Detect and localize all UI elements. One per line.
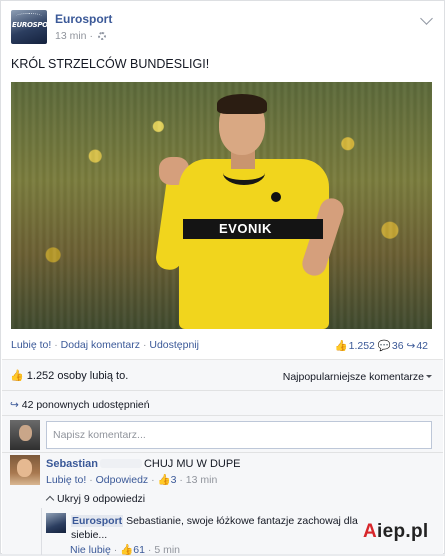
post-text: KRÓL STRZELCÓW BUNDESLIGI! — [11, 57, 210, 71]
shares-summary-text[interactable]: 42 ponownych udostępnień — [22, 399, 150, 411]
comment-text: CHUJ MU W DUPE — [143, 458, 241, 470]
share-count[interactable]: 42 — [416, 340, 428, 352]
audience-icon[interactable] — [97, 32, 106, 40]
post-meta: 13 min · — [55, 30, 106, 42]
post-header: EUROSPORT Eurosport 13 min · — [11, 10, 433, 44]
meta-separator: · — [89, 474, 93, 486]
reply-meta: Nie lubię · 👍61 · 5 min — [70, 543, 180, 556]
thumbs-up-icon: 👍 — [10, 370, 24, 382]
stars-arc — [16, 13, 42, 19]
hide-replies-label: Ukryj 9 odpowiedzi — [57, 493, 146, 505]
post-timestamp[interactable]: 13 min — [55, 30, 87, 42]
comment-like-count[interactable]: 3 — [171, 474, 177, 486]
comment-body: Sebastian CHUJ MU W DUPE — [46, 458, 241, 470]
reply-time[interactable]: 5 min — [154, 544, 180, 556]
facebook-post-card: EUROSPORT Eurosport 13 min · KRÓL STRZEL… — [0, 0, 445, 556]
reply-body: Eurosport Sebastianie, swoje łóżkowe fan… — [71, 514, 391, 542]
reply-author-avatar[interactable] — [46, 513, 66, 533]
page-name-link[interactable]: Eurosport — [55, 12, 112, 26]
comment-sort-dropdown[interactable]: Najpopularniejsze komentarze — [283, 371, 432, 383]
commenter-avatar[interactable] — [10, 455, 40, 485]
jersey-sponsor-text: EVONIK — [219, 221, 272, 236]
meta-separator: · — [89, 30, 93, 42]
action-separator: · — [54, 339, 58, 351]
divider — [2, 452, 443, 453]
logo-text: EUROSPORT — [12, 21, 47, 29]
divider — [2, 415, 443, 416]
thumbs-up-icon: 👍 — [157, 474, 171, 486]
hide-replies-toggle[interactable]: Ukryj 9 odpowiedzi — [45, 493, 146, 505]
like-link[interactable]: Lubię to! — [11, 339, 51, 351]
player-hair — [217, 94, 267, 114]
comment-author-link[interactable]: Sebastian — [46, 458, 98, 470]
comment-time[interactable]: 13 min — [186, 474, 218, 486]
add-comment-link[interactable]: Dodaj komentarz — [61, 339, 140, 351]
action-separator: · — [142, 339, 147, 351]
meta-separator: · — [151, 474, 155, 486]
meta-separator: · — [113, 544, 118, 556]
post-options-chevron-icon[interactable] — [420, 12, 433, 25]
like-count[interactable]: 1.252 — [349, 340, 375, 352]
reply-unlike-link[interactable]: Nie lubię — [70, 544, 111, 556]
thumbs-up-icon: 👍 — [334, 340, 348, 352]
comment-like-link[interactable]: Lubię to! — [46, 474, 86, 486]
player-figure: EVONIK — [154, 94, 347, 329]
player-jersey — [179, 159, 329, 329]
sort-label: Najpopularniejsze komentarze — [282, 371, 424, 383]
watermark-text: iep.pl — [377, 521, 429, 542]
share-icon: ↪ — [10, 399, 19, 411]
share-link[interactable]: Udostępnij — [149, 339, 199, 351]
share-icon: ↪ — [406, 340, 416, 352]
post-photo[interactable]: EVONIK — [11, 82, 432, 329]
divider — [2, 390, 443, 391]
comment-input[interactable]: Napisz komentarz... — [46, 421, 432, 449]
watermark-red-letter: A — [363, 521, 378, 542]
likes-summary-text[interactable]: 1.252 osoby lubią to. — [27, 370, 129, 382]
page-avatar[interactable]: EUROSPORT — [11, 10, 47, 44]
caret-down-icon — [426, 375, 432, 378]
thumbs-up-icon: 👍 — [120, 544, 134, 556]
comment-reply-link[interactable]: Odpowiedz — [96, 474, 149, 486]
likes-summary[interactable]: 👍 1.252 osoby lubią to. — [10, 369, 128, 382]
shares-summary[interactable]: ↪ 42 ponownych udostępnień — [10, 399, 150, 411]
watermark-logo: Aiep.pl — [363, 521, 428, 543]
redacted-surname — [99, 459, 142, 468]
meta-separator: · — [179, 474, 183, 486]
comment-meta: Lubię to! · Odpowiedz · 👍3 · 13 min — [46, 473, 217, 486]
current-user-avatar[interactable] — [10, 420, 40, 450]
comment-count[interactable]: 36 — [392, 340, 404, 352]
post-actions-bar: Lubię to! · Dodaj komentarz · Udostępnij… — [11, 339, 431, 353]
post-counts: 👍1.252 💬36 ↪42 — [335, 339, 428, 352]
club-badge-icon — [269, 190, 283, 204]
reply-like-count[interactable]: 61 — [133, 544, 145, 556]
comment-icon: 💬 — [377, 340, 391, 352]
meta-separator: · — [147, 544, 152, 556]
jersey-collar — [223, 161, 265, 185]
reply-author-link[interactable]: Eurosport — [71, 515, 124, 527]
chevron-up-icon — [45, 495, 55, 505]
